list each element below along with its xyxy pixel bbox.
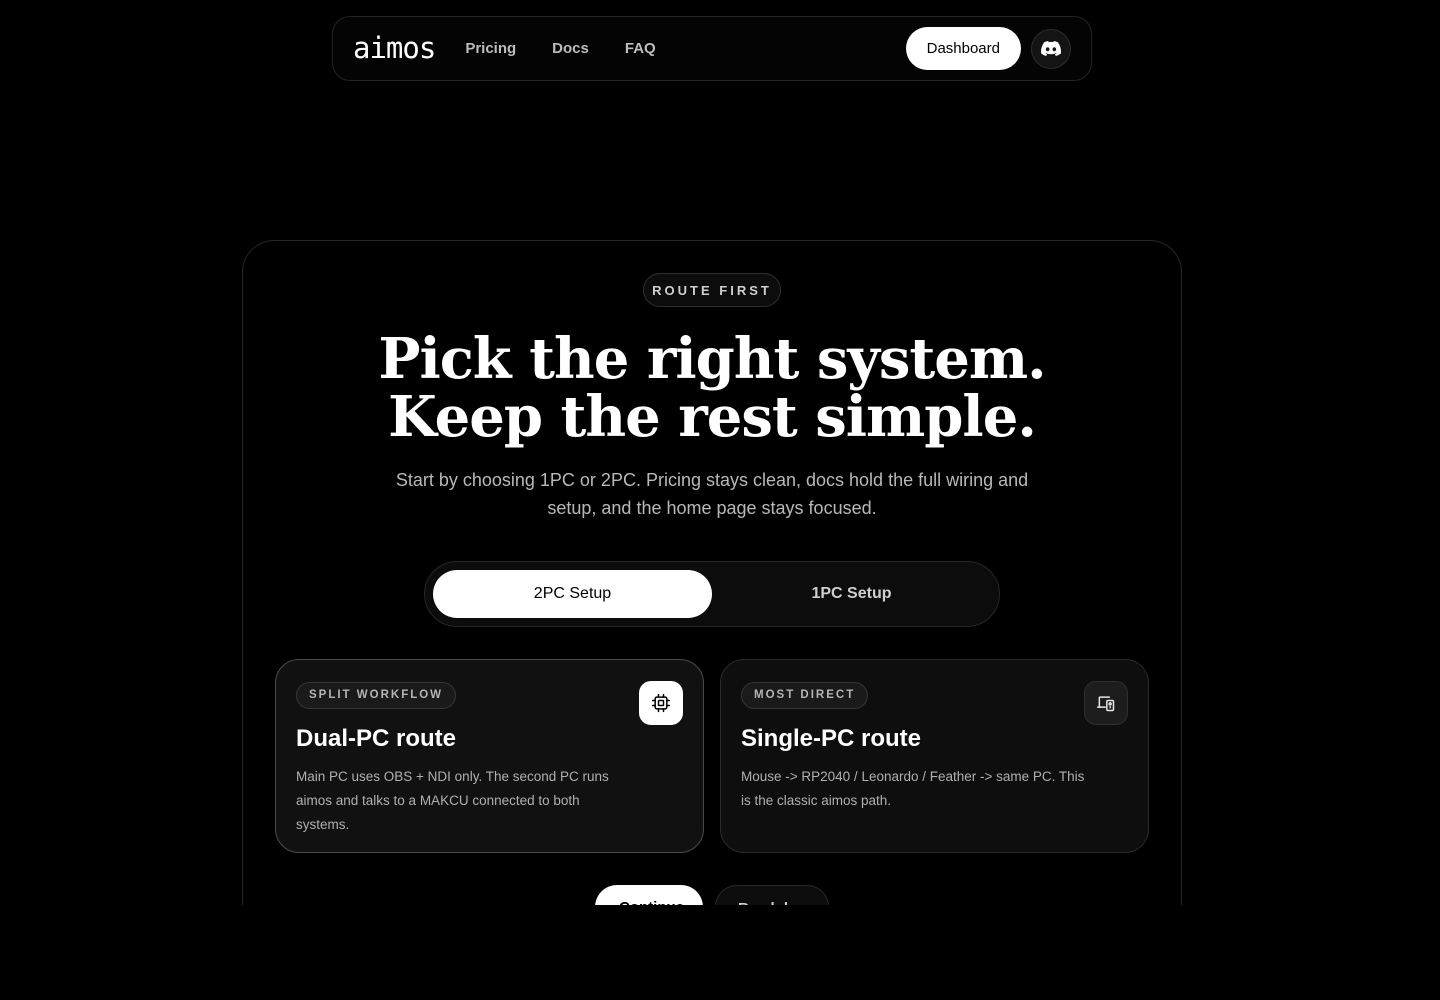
nav-link-pricing[interactable]: Pricing [465, 40, 516, 57]
route-description: Mouse -> RP2040 / Leonardo / Feather -> … [741, 769, 1085, 808]
route-icon-box [1084, 681, 1128, 725]
chip-icon [651, 693, 671, 713]
dashboard-button[interactable]: Dashboard [905, 27, 1021, 70]
top-nav: aimos Pricing Docs FAQ Dashboard [332, 16, 1092, 81]
route-badge-split-workflow: SPLIT WORKFLOW [296, 682, 457, 709]
route-first-badge: ROUTE FIRST [643, 273, 781, 307]
route-description: Main PC uses OBS + NDI only. The second … [296, 769, 609, 832]
route-badge-most-direct: MOST DIRECT [741, 682, 869, 709]
route-icon-box [639, 681, 683, 725]
hero-subtitle: Start by choosing 1PC or 2PC. Pricing st… [395, 470, 1029, 518]
toggle-1pc-setup[interactable]: 1PC Setup [712, 570, 991, 618]
nav-link-faq[interactable]: FAQ [625, 40, 656, 57]
discord-icon [1041, 41, 1061, 56]
page: aimos Pricing Docs FAQ Dashboard ROUTE F… [0, 0, 1440, 1000]
route-title: Single-PC route [741, 725, 922, 752]
logo[interactable]: aimos [353, 34, 436, 63]
setup-toggle: 2PC Setup 1PC Setup [424, 561, 1000, 627]
route-card-single-pc[interactable]: MOST DIRECT Single-PC route Mouse -> RP2… [720, 659, 1149, 853]
hero-title: Pick the right system. Keep the rest sim… [270, 330, 1154, 446]
toggle-2pc-setup[interactable]: 2PC Setup [433, 570, 712, 618]
discord-button[interactable] [1031, 28, 1071, 69]
hero-title-line-1: Pick the right system. [378, 326, 1046, 392]
hero-title-line-2: Keep the rest simple. [388, 384, 1037, 450]
route-card-dual-pc[interactable]: SPLIT WORKFLOW Dual-PC route Main PC use… [275, 659, 704, 853]
viewport-cutoff [0, 905, 1440, 1000]
route-title: Dual-PC route [296, 725, 457, 752]
nav-link-docs[interactable]: Docs [552, 40, 589, 57]
devices-icon [1096, 696, 1115, 712]
